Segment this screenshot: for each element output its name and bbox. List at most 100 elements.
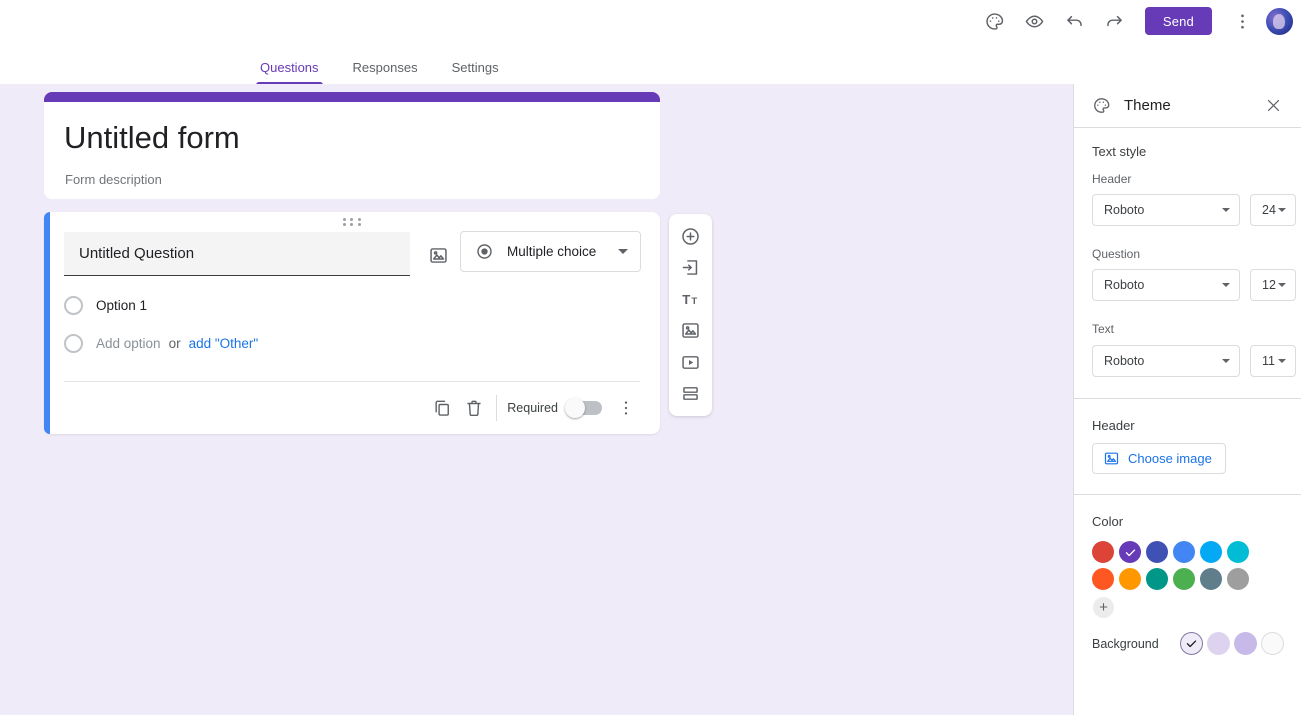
account-avatar[interactable] — [1266, 7, 1293, 35]
theme-color-swatch[interactable] — [1173, 568, 1195, 590]
form-theme-color-bar — [44, 92, 660, 102]
chevron-down-icon — [1278, 208, 1286, 212]
video-icon — [682, 355, 699, 369]
redo-button[interactable] — [1099, 5, 1131, 37]
add-title-button[interactable]: T T — [678, 286, 704, 312]
text-icon: T T — [682, 292, 697, 307]
theme-color-swatches — [1092, 541, 1257, 590]
header-font-select[interactable]: Roboto — [1092, 194, 1240, 226]
question-type-label: Multiple choice — [507, 244, 597, 259]
tab-responses[interactable]: Responses — [341, 54, 430, 85]
add-image-button[interactable] — [678, 318, 704, 344]
required-label: Required — [507, 401, 558, 415]
google-forms-editor: Send Questions Responses Settings Untitl… — [0, 0, 1301, 715]
drag-handle-icon[interactable] — [341, 217, 363, 226]
redo-icon — [1107, 15, 1123, 26]
add-other-link[interactable]: add "Other" — [189, 336, 259, 351]
eye-icon — [1026, 15, 1044, 27]
tab-settings[interactable]: Settings — [440, 54, 511, 85]
theme-color-swatch[interactable] — [1119, 568, 1141, 590]
kebab-icon — [624, 401, 628, 415]
trash-icon — [467, 400, 481, 417]
background-swatch[interactable] — [1234, 632, 1257, 655]
question-font-label: Question — [1092, 247, 1141, 261]
plus-icon: + — [1099, 598, 1108, 616]
theme-color-swatch[interactable] — [1119, 541, 1141, 563]
theme-color-swatch[interactable] — [1227, 541, 1249, 563]
header-size-select[interactable]: 24 — [1250, 194, 1296, 226]
question-size-select[interactable]: 12 — [1250, 269, 1296, 301]
duplicate-question-button[interactable] — [426, 392, 458, 424]
choose-image-label: Choose image — [1128, 451, 1212, 466]
copy-icon — [435, 400, 450, 416]
theme-color-swatch[interactable] — [1092, 568, 1114, 590]
theme-color-swatch[interactable] — [1146, 541, 1168, 563]
add-option-text[interactable]: Add option — [96, 336, 161, 351]
background-swatch[interactable] — [1261, 632, 1284, 655]
theme-color-swatch[interactable] — [1092, 541, 1114, 563]
chevron-down-icon — [1278, 283, 1286, 287]
plus-circle-icon — [682, 227, 699, 245]
toggle-knob — [565, 398, 585, 418]
image-icon — [1104, 452, 1119, 465]
image-icon — [682, 323, 699, 339]
question-font-value: Roboto — [1104, 278, 1145, 292]
preview-button[interactable] — [1019, 5, 1051, 37]
palette-icon — [986, 12, 1004, 30]
text-size-select[interactable]: 11 — [1250, 345, 1296, 377]
background-swatch[interactable] — [1207, 632, 1230, 655]
option-row[interactable]: Option 1 — [64, 296, 147, 315]
section-divider — [1074, 494, 1301, 495]
chevron-down-icon — [1222, 359, 1230, 363]
image-icon — [429, 247, 447, 263]
question-type-dropdown[interactable]: Multiple choice — [460, 231, 641, 272]
question-footer-toolbar: Required — [426, 390, 642, 426]
footer-vertical-divider — [496, 395, 498, 421]
delete-question-button[interactable] — [458, 392, 490, 424]
undo-icon — [1067, 15, 1083, 26]
theme-color-swatch[interactable] — [1146, 568, 1168, 590]
insert-toolbar: T T — [669, 214, 712, 416]
question-title-input[interactable]: Untitled Question — [64, 232, 410, 276]
add-video-button[interactable] — [678, 349, 704, 375]
tab-questions[interactable]: Questions — [248, 54, 331, 85]
theme-color-swatch[interactable] — [1173, 541, 1195, 563]
background-swatches — [1180, 632, 1284, 655]
customize-theme-button[interactable] — [979, 5, 1011, 37]
form-title-input[interactable]: Untitled form — [64, 120, 240, 156]
form-title-card[interactable]: Untitled form Form description — [44, 92, 660, 199]
theme-panel-title: Theme — [1124, 97, 1171, 114]
theme-panel: Theme Text style Header Roboto 24 Questi… — [1073, 84, 1301, 715]
palette-icon — [1094, 98, 1110, 113]
choose-image-button[interactable]: Choose image — [1092, 443, 1226, 474]
header-size-value: 24 — [1262, 203, 1276, 217]
chevron-down-icon — [1222, 208, 1230, 212]
more-options-button[interactable] — [1226, 5, 1258, 37]
close-icon — [1267, 99, 1279, 112]
question-card[interactable]: Untitled Question Multiple choice Option… — [44, 212, 660, 434]
text-font-select[interactable]: Roboto — [1092, 345, 1240, 377]
chevron-down-icon — [618, 249, 628, 254]
question-font-select[interactable]: Roboto — [1092, 269, 1240, 301]
background-swatch[interactable] — [1180, 632, 1203, 655]
form-description-input[interactable]: Form description — [65, 172, 162, 187]
theme-color-swatch[interactable] — [1227, 568, 1249, 590]
question-footer-divider — [64, 381, 640, 382]
required-toggle[interactable] — [565, 398, 602, 418]
import-questions-button[interactable] — [678, 255, 704, 281]
send-button[interactable]: Send — [1144, 7, 1212, 35]
close-theme-panel-button[interactable] — [1259, 92, 1287, 120]
undo-button[interactable] — [1059, 5, 1091, 37]
add-question-button[interactable] — [678, 223, 704, 249]
color-section-title: Color — [1092, 514, 1124, 529]
or-text: or — [168, 336, 181, 351]
theme-color-swatch[interactable] — [1200, 568, 1222, 590]
header-image-section-title: Header — [1092, 418, 1135, 433]
add-section-button[interactable] — [678, 381, 704, 407]
theme-color-swatch[interactable] — [1200, 541, 1222, 563]
add-custom-color-button[interactable]: + — [1093, 597, 1114, 618]
option-label[interactable]: Option 1 — [96, 298, 147, 313]
question-more-options-button[interactable] — [610, 392, 642, 424]
add-question-image-button[interactable] — [422, 239, 454, 271]
tab-bar: Questions Responses Settings — [248, 54, 511, 85]
